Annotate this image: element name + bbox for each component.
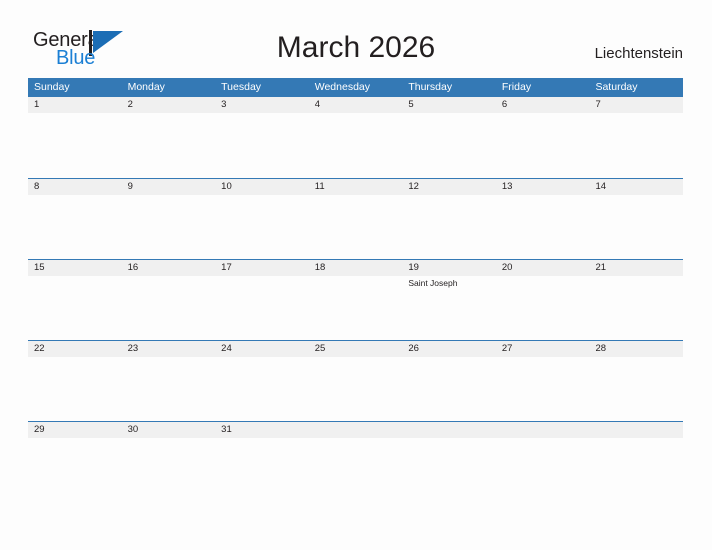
day-cell[interactable] bbox=[309, 276, 403, 340]
day-number[interactable]: 7 bbox=[589, 97, 683, 113]
day-number[interactable]: 12 bbox=[402, 179, 496, 195]
day-number[interactable]: 1 bbox=[28, 97, 122, 113]
day-cell[interactable] bbox=[28, 438, 125, 502]
calendar-week-row: 8 9 10 11 12 13 14 bbox=[28, 178, 683, 259]
weekday-header-tuesday: Tuesday bbox=[221, 81, 262, 93]
day-number[interactable]: 24 bbox=[215, 341, 309, 357]
day-cell[interactable] bbox=[402, 195, 496, 259]
day-cell[interactable] bbox=[589, 357, 683, 421]
day-cell[interactable] bbox=[122, 113, 216, 177]
weekday-header-wednesday: Wednesday bbox=[314, 81, 370, 93]
week-date-band: 29 30 31 bbox=[28, 422, 683, 438]
day-number[interactable]: 5 bbox=[402, 97, 496, 113]
day-cell[interactable] bbox=[28, 113, 122, 177]
day-cell[interactable] bbox=[589, 113, 683, 177]
day-number[interactable]: 19 bbox=[402, 260, 496, 276]
country-label: Liechtenstein bbox=[594, 45, 683, 62]
week-event-band bbox=[28, 195, 683, 259]
day-number[interactable]: 30 bbox=[122, 422, 216, 438]
day-cell[interactable] bbox=[222, 438, 319, 502]
calendar-week-row: 15 16 17 18 19 20 21 Saint Joseph bbox=[28, 259, 683, 340]
weekday-header-friday: Friday bbox=[501, 81, 532, 93]
day-cell[interactable] bbox=[28, 357, 122, 421]
day-number[interactable]: 21 bbox=[589, 260, 683, 276]
holiday-event: Saint Joseph bbox=[408, 278, 458, 288]
day-number[interactable]: 23 bbox=[122, 341, 216, 357]
weekday-header-thursday: Thursday bbox=[408, 81, 453, 93]
day-cell[interactable] bbox=[215, 276, 309, 340]
week-event-band bbox=[28, 113, 683, 177]
week-event-band: Saint Joseph bbox=[28, 276, 683, 340]
day-cell[interactable] bbox=[402, 113, 496, 177]
day-cell[interactable] bbox=[122, 276, 216, 340]
page-header: General Blue March 2026 Liechtenstein bbox=[0, 0, 712, 76]
week-date-band: 15 16 17 18 19 20 21 bbox=[28, 260, 683, 276]
day-cell[interactable] bbox=[122, 195, 216, 259]
day-number[interactable]: 16 bbox=[122, 260, 216, 276]
day-number[interactable]: 10 bbox=[215, 179, 309, 195]
weekday-header-monday: Monday bbox=[127, 81, 165, 93]
calendar-week-row: 29 30 31 bbox=[28, 421, 683, 502]
day-cell[interactable] bbox=[215, 195, 309, 259]
day-cell[interactable] bbox=[496, 276, 590, 340]
day-number[interactable]: 2 bbox=[122, 97, 216, 113]
calendar-weeks: 1 2 3 4 5 6 7 8 9 10 11 12 13 14 15 16 17 18 19 20 21 Saint J… bbox=[28, 97, 683, 502]
day-number[interactable]: 22 bbox=[28, 341, 122, 357]
day-empty-cell bbox=[592, 438, 683, 502]
day-cell[interactable]: Saint Joseph bbox=[402, 276, 496, 340]
day-number[interactable]: 15 bbox=[28, 260, 122, 276]
day-number[interactable]: 13 bbox=[496, 179, 590, 195]
day-number[interactable]: 27 bbox=[496, 341, 590, 357]
day-number[interactable]: 20 bbox=[496, 260, 590, 276]
day-number[interactable]: 17 bbox=[215, 260, 309, 276]
day-empty-cell bbox=[410, 438, 501, 502]
day-empty bbox=[402, 422, 496, 438]
day-cell[interactable] bbox=[402, 357, 496, 421]
day-cell[interactable] bbox=[309, 113, 403, 177]
day-number[interactable]: 4 bbox=[309, 97, 403, 113]
week-date-band: 1234567 bbox=[28, 97, 683, 113]
day-number[interactable]: 18 bbox=[309, 260, 403, 276]
day-number[interactable]: 14 bbox=[589, 179, 683, 195]
weekday-header-saturday: Saturday bbox=[595, 81, 638, 93]
weekday-header-row: Sunday Monday Tuesday Wednesday Thursday… bbox=[28, 78, 683, 97]
day-number[interactable]: 9 bbox=[122, 179, 216, 195]
weekday-header-sunday: Sunday bbox=[34, 81, 70, 93]
day-empty-cell bbox=[501, 438, 592, 502]
day-cell[interactable] bbox=[309, 357, 403, 421]
day-number[interactable]: 8 bbox=[28, 179, 122, 195]
day-empty bbox=[589, 422, 683, 438]
day-empty bbox=[496, 422, 590, 438]
day-number[interactable]: 11 bbox=[309, 179, 403, 195]
week-event-band bbox=[28, 357, 683, 421]
calendar-week-row: 1234567 bbox=[28, 97, 683, 178]
calendar-grid: Sunday Monday Tuesday Wednesday Thursday… bbox=[28, 78, 683, 502]
day-cell[interactable] bbox=[125, 438, 222, 502]
day-cell[interactable] bbox=[28, 195, 122, 259]
day-cell[interactable] bbox=[496, 357, 590, 421]
day-cell[interactable] bbox=[215, 113, 309, 177]
day-cell[interactable] bbox=[589, 276, 683, 340]
day-cell[interactable] bbox=[589, 195, 683, 259]
day-cell[interactable] bbox=[496, 113, 590, 177]
day-empty-cell bbox=[319, 438, 410, 502]
day-number[interactable]: 6 bbox=[496, 97, 590, 113]
week-event-band bbox=[28, 438, 683, 502]
day-cell[interactable] bbox=[215, 357, 309, 421]
day-cell[interactable] bbox=[28, 276, 122, 340]
day-cell[interactable] bbox=[122, 357, 216, 421]
day-number[interactable]: 31 bbox=[215, 422, 309, 438]
day-number[interactable]: 28 bbox=[589, 341, 683, 357]
day-cell[interactable] bbox=[496, 195, 590, 259]
day-cell[interactable] bbox=[309, 195, 403, 259]
day-empty bbox=[309, 422, 403, 438]
day-number[interactable]: 29 bbox=[28, 422, 122, 438]
week-date-band: 22 23 24 25 26 27 28 bbox=[28, 341, 683, 357]
week-date-band: 8 9 10 11 12 13 14 bbox=[28, 179, 683, 195]
calendar-week-row: 22 23 24 25 26 27 28 bbox=[28, 340, 683, 421]
day-number[interactable]: 3 bbox=[215, 97, 309, 113]
day-number[interactable]: 25 bbox=[309, 341, 403, 357]
day-number[interactable]: 26 bbox=[402, 341, 496, 357]
